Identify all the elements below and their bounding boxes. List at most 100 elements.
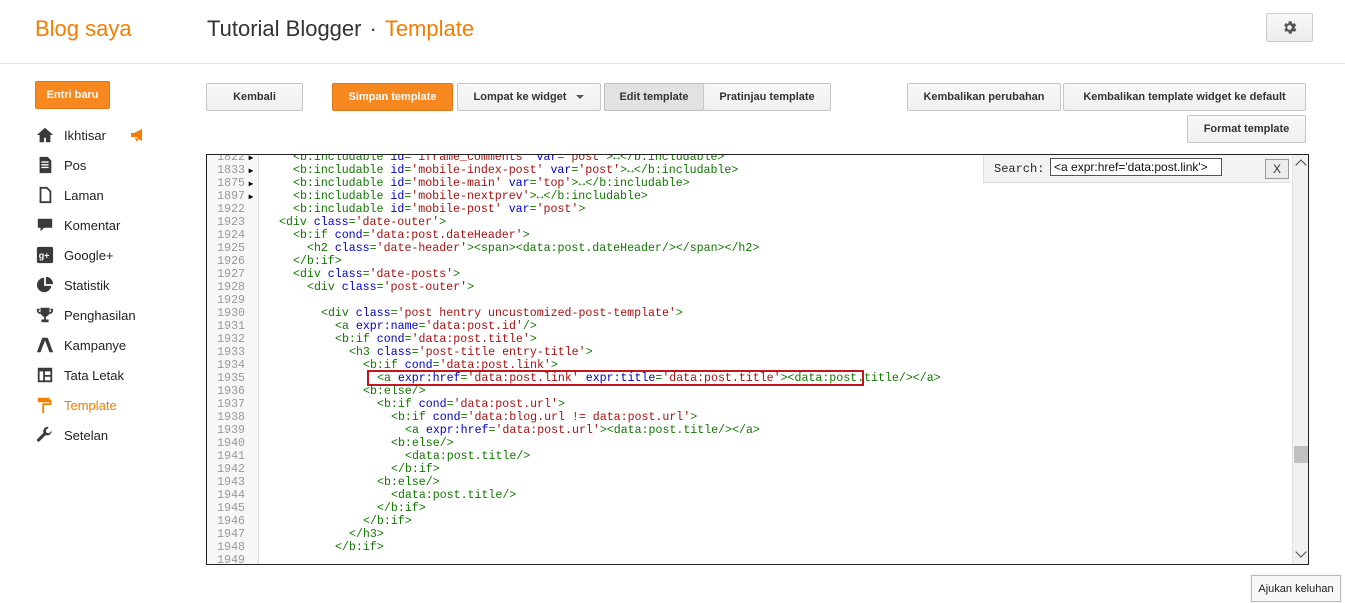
code-token: </b:if> [377,502,426,515]
sidebar-item-settings[interactable]: Setelan [35,420,195,450]
code-text: <div class='post-outer'> [307,281,474,294]
code-text: <b:includable id='mobile-main' var='top'… [293,177,690,190]
code-text: <b:if cond='data:blog.url != data:post.u… [391,411,697,424]
scroll-up-icon[interactable] [1295,159,1307,171]
line-number: 1927 [217,268,245,281]
megaphone-icon[interactable] [130,128,146,142]
code-text: <div class='post hentry uncustomized-pos… [321,307,683,320]
feedback-button[interactable]: Ajukan keluhan [1251,575,1341,602]
code-token: = [362,229,370,242]
code-token: <div [293,268,328,281]
scroll-down-icon[interactable] [1295,546,1307,558]
code-token: expr:name [355,320,419,333]
jump-to-widget-dropdown[interactable]: Lompat ke widget [457,83,601,111]
search-close-button[interactable]: X [1265,159,1289,179]
code-text: <b:includable id='mobile-index-post' var… [293,164,738,177]
format-template-button[interactable]: Format template [1187,115,1306,143]
sidebar-item-label: Ikhtisar [64,127,106,143]
code-line: 1927 <div class='date-posts'> [207,268,1292,281]
scrollbar-thumb[interactable] [1294,446,1308,463]
code-token: <div [279,216,314,229]
code-token: 'data:post.id' [425,320,523,333]
blog-name: Tutorial Blogger [207,16,362,41]
title-separator: · [369,16,377,41]
code-token: id [390,203,405,216]
line-number: 1943 [217,476,245,489]
reset-widgets-button[interactable]: Kembalikan template widget ke default [1063,83,1306,111]
code-token: <b:includable [293,164,391,177]
sidebar-item-template[interactable]: Template [35,390,195,420]
line-number: 1933 [217,346,245,359]
sidebar-item-earnings[interactable]: Penghasilan [35,300,195,330]
code-token: <h2 [307,242,335,255]
code-token: </b:if> [335,541,384,554]
editor-scrollbar[interactable] [1292,155,1308,564]
code-token: expr:href [425,424,489,437]
comment-icon [35,215,55,235]
code-editor[interactable]: 1822 ▶ <b:includable id='iframe_comments' … [206,154,1309,565]
line-number: 1931 [217,320,245,333]
line-number: 1932 [217,333,245,346]
sidebar-item-campaigns[interactable]: Kampanye [35,330,195,360]
code-token: <b:includable [293,154,391,164]
code-token: <a [335,320,356,333]
sidebar-item-comments[interactable]: Komentar [35,210,195,240]
revert-changes-button[interactable]: Kembalikan perubahan [907,83,1061,111]
sidebar-item-pages[interactable]: Laman [35,180,195,210]
code-token: class [313,216,349,229]
sidebar-item-label: Penghasilan [64,307,136,323]
code-token: = [446,398,454,411]
code-token: cond [334,229,363,242]
code-token: 'post' [536,203,579,216]
code-text: </b:if> [335,541,384,554]
save-template-button[interactable]: Simpan template [332,83,453,111]
sidebar-item-googleplus[interactable]: g+ Google+ [35,240,195,270]
line-number: 1924 [217,229,245,242]
posts-icon [35,155,55,175]
line-number: 1922 [217,203,245,216]
code-token: <b:else/> [377,476,440,489]
code-token: 'post-title entry-title' [418,346,586,359]
line-number: 1948 [217,541,245,554]
line-number: 1875 [217,177,245,190]
sidebar-item-layout[interactable]: Tata Letak [35,360,195,390]
code-token: </b:if> [391,463,440,476]
sidebar-item-stats[interactable]: Statistik [35,270,195,300]
code-token: var [536,154,558,164]
code-token: </b:if> [293,255,342,268]
code-token: > [585,346,593,359]
code-token: = [404,333,412,346]
code-token: 'data:blog.url != data:post.url' [467,411,691,424]
code-token: <a [405,424,426,437]
code-token: = [529,177,537,190]
code-token: id [390,154,405,164]
code-token: </h3> [349,528,384,541]
code-line: 1933 <h3 class='post-title entry-title'> [207,346,1292,359]
code-token: class [327,268,363,281]
sidebar-item-overview[interactable]: Ikhtisar [35,120,195,150]
code-lines[interactable]: 1822 ▶ <b:includable id='iframe_comments' … [207,154,1292,564]
code-text: <b:if cond='data:post.url'> [377,398,565,411]
code-token: > [578,203,586,216]
brand-link[interactable]: Blog saya [35,16,132,42]
preview-template-tab[interactable]: Pratinjau template [703,83,831,111]
sidebar-item-label: Google+ [64,247,114,263]
back-button[interactable]: Kembali [206,83,303,111]
code-text: </h3> [349,528,384,541]
code-token: <b:else/> [363,385,426,398]
edit-template-tab[interactable]: Edit template [604,83,704,111]
search-input[interactable] [1050,158,1222,176]
code-line: 1938 <b:if cond='data:blog.url != data:po… [207,411,1292,424]
settings-button[interactable] [1266,13,1313,42]
code-token: 'date-header' [376,242,468,255]
code-token: 'post' [578,164,621,177]
code-token: cond [418,398,447,411]
new-post-button[interactable]: Entri baru [35,81,110,109]
code-token: > [439,216,447,229]
code-token: 'mobile-nextprev' [411,190,530,203]
code-token: </b:if> [363,515,412,528]
code-token: class [341,281,377,294]
code-token: = [376,281,384,294]
sidebar-item-posts[interactable]: Pos [35,150,195,180]
